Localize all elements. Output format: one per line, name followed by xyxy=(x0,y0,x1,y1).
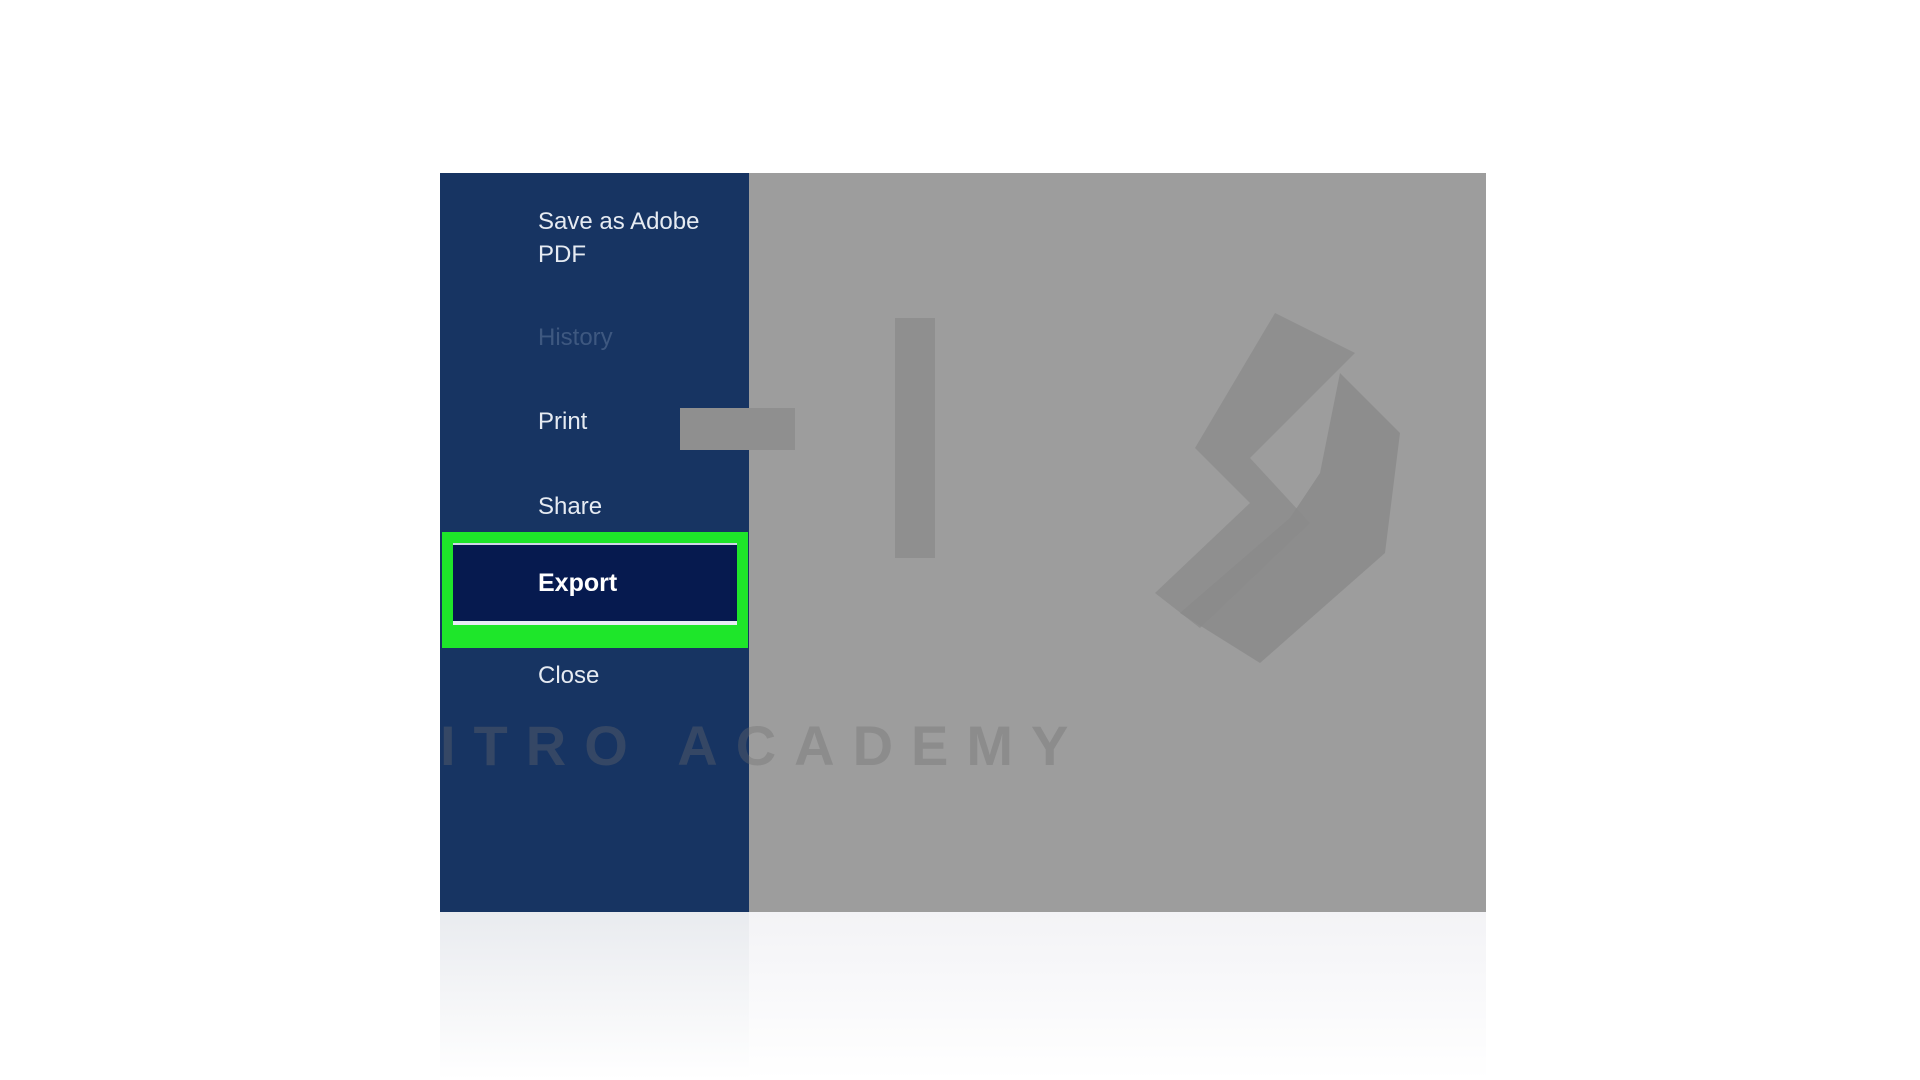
watermark-shape xyxy=(680,408,795,450)
reflection-sidebar xyxy=(440,912,749,1080)
reflection xyxy=(440,912,1486,1080)
watermark-shape xyxy=(895,318,935,558)
menu-item-save-as-adobe-pdf[interactable]: Save as Adobe PDF xyxy=(538,205,738,271)
file-menu-sidebar: Save as Adobe PDF History Print Share Ex… xyxy=(440,173,749,912)
menu-item-history: History xyxy=(538,324,613,351)
menu-item-close[interactable]: Close xyxy=(538,659,738,692)
menu-item-export[interactable]: Export xyxy=(453,543,737,625)
watermark-text: ITRO ACADEMY xyxy=(440,714,1087,777)
export-highlight-box: Export xyxy=(442,532,748,648)
export-label: Export xyxy=(538,569,618,597)
save-as-pdf-label-line1: Save as Adobe xyxy=(538,208,700,235)
watermark-logo-icon xyxy=(1155,313,1400,663)
save-as-pdf-label-line2: PDF xyxy=(538,241,586,268)
backstage-window: Save as Adobe PDF History Print Share Ex… xyxy=(440,173,1486,912)
menu-item-share[interactable]: Share xyxy=(538,490,738,523)
